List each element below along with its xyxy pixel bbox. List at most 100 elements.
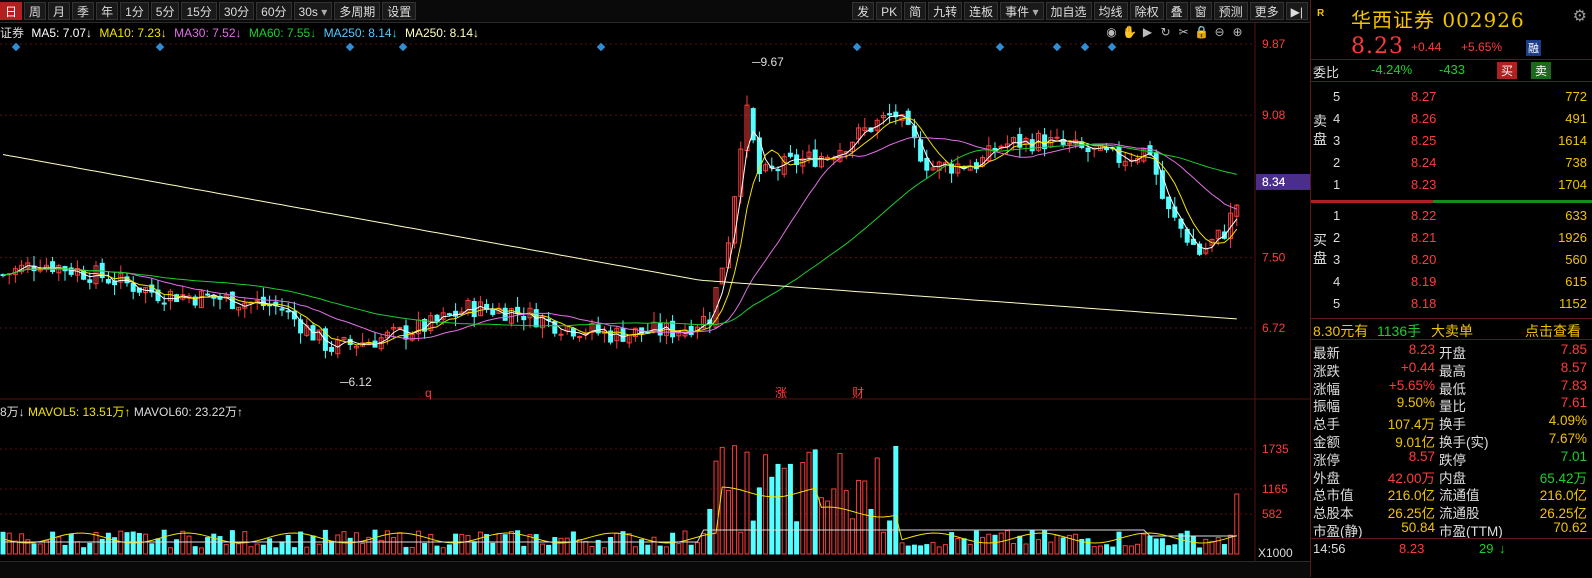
expand-icon[interactable]: ▶| xyxy=(1285,2,1308,20)
tool-button[interactable]: 连板 xyxy=(964,2,999,20)
period-tab[interactable]: 周 xyxy=(24,2,47,20)
volume-bar xyxy=(310,535,316,555)
bid-level-row[interactable]: 4 8.19 615 xyxy=(1311,271,1592,293)
divider xyxy=(1311,339,1592,340)
stat-value: 8.57 xyxy=(1408,448,1435,464)
period-tab[interactable]: 日 xyxy=(0,2,23,20)
candle-body xyxy=(787,152,793,157)
candle-body xyxy=(558,333,564,336)
event-marker-icon xyxy=(596,42,606,52)
period-tab[interactable]: 1分 xyxy=(120,2,149,20)
candle-body xyxy=(620,328,626,342)
volume-bar xyxy=(502,534,508,555)
bid-level-row[interactable]: 5 8.18 1152 xyxy=(1311,293,1592,315)
level-volume: 633 xyxy=(1565,208,1587,223)
tool-button[interactable]: 发 xyxy=(852,2,875,20)
volume-bar xyxy=(149,543,155,555)
view-link[interactable]: 点击查看 xyxy=(1525,321,1581,341)
volume-bar xyxy=(732,445,738,555)
volume-bar xyxy=(1172,544,1178,555)
sell-button[interactable]: 卖 xyxy=(1531,62,1552,79)
chart-toolbar: 日周月季年1分5分15分30分60分30s多周期设置 发PK简九转连板事件加自选… xyxy=(0,0,1310,23)
volume-bar xyxy=(781,467,787,555)
period-tab[interactable]: 30s xyxy=(293,2,333,20)
volume-bar xyxy=(291,547,297,555)
event-mark-label: 涨 xyxy=(775,385,787,400)
volume-bar xyxy=(1073,533,1079,555)
volume-bar xyxy=(533,534,539,555)
tool-button[interactable]: 预测 xyxy=(1213,2,1248,20)
period-tab[interactable]: 月 xyxy=(48,2,71,20)
gear-icon[interactable]: ⚙ xyxy=(1573,6,1587,26)
candlestick-chart[interactable]: 9.879.087.506.728.348.34─9.67─6.12q 涨财173… xyxy=(0,22,1310,561)
level-price: 8.24 xyxy=(1411,155,1437,170)
volume-bar xyxy=(812,449,818,555)
volume-bar xyxy=(1004,530,1010,555)
quote-header: R 华西证券 002926 ⚙ xyxy=(1311,0,1592,36)
volume-bar xyxy=(459,533,465,555)
tool-button[interactable]: 窗 xyxy=(1189,2,1212,20)
volume-bar xyxy=(744,451,750,555)
tool-button[interactable]: 均线 xyxy=(1093,2,1128,20)
volume-bar xyxy=(1159,538,1165,555)
volume-bar xyxy=(911,544,917,555)
tool-button[interactable]: 九转 xyxy=(928,2,963,20)
event-marker-icon xyxy=(1107,42,1117,52)
volume-bar xyxy=(955,538,961,555)
period-tab[interactable]: 年 xyxy=(96,2,119,20)
stats-row: 总股本 26.25亿 流通股 26.25亿 xyxy=(1311,501,1592,521)
tick-volume: 29 xyxy=(1479,541,1494,556)
tool-button[interactable]: 除权 xyxy=(1129,2,1164,20)
ask-level-row[interactable]: 3 8.25 1614 xyxy=(1311,130,1592,152)
divider xyxy=(1311,538,1592,539)
tool-button[interactable]: 事件 xyxy=(1000,2,1044,20)
candle-body xyxy=(446,313,452,316)
multi-period-button[interactable]: 多周期 xyxy=(334,2,381,20)
event-marker-icon xyxy=(995,42,1005,52)
settings-button[interactable]: 设置 xyxy=(382,2,417,20)
bid-level-row[interactable]: 2 8.21 1926 xyxy=(1311,227,1592,249)
volume-bar xyxy=(1147,535,1153,555)
tool-button[interactable]: 加自选 xyxy=(1045,2,1092,20)
ask-level-row[interactable]: 4 8.26 491 xyxy=(1311,108,1592,130)
volume-bar xyxy=(1153,538,1159,555)
bid-level-row[interactable]: 1 8.22 633 xyxy=(1311,205,1592,227)
level-number: 2 xyxy=(1333,230,1341,245)
volume-bar xyxy=(688,544,694,555)
volume-axis-label: 1165 xyxy=(1262,482,1288,496)
volume-bar xyxy=(880,531,886,555)
stats-row: 总市值 216.0亿 流通值 216.0亿 xyxy=(1311,483,1592,503)
period-tab[interactable]: 季 xyxy=(72,2,95,20)
price-axis-label: 7.50 xyxy=(1262,251,1286,265)
volume-bar xyxy=(31,543,37,555)
ask-level-row[interactable]: 2 8.24 738 xyxy=(1311,152,1592,174)
volume-bar xyxy=(236,543,242,555)
volume-bar xyxy=(546,544,552,555)
ask-level-row[interactable]: 1 8.23 1704 xyxy=(1311,174,1592,196)
buy-button[interactable]: 买 xyxy=(1497,62,1518,79)
candle-body xyxy=(1166,196,1172,210)
volume-bar xyxy=(353,532,359,555)
price-change-pct: +5.65% xyxy=(1461,40,1503,54)
tool-button[interactable]: PK xyxy=(876,2,903,20)
tool-button[interactable]: 简 xyxy=(904,2,927,20)
volume-bar xyxy=(614,532,620,555)
period-tab[interactable]: 15分 xyxy=(181,2,217,20)
volume-bar xyxy=(589,545,595,555)
tool-button[interactable]: 更多 xyxy=(1249,2,1284,20)
ask-level-row[interactable]: 5 8.27 772 xyxy=(1311,86,1592,108)
volume-bar xyxy=(50,531,56,555)
stat-value: 9.50% xyxy=(1396,395,1435,411)
volume-bar xyxy=(12,540,18,555)
volume-bar xyxy=(1203,538,1209,555)
period-tab[interactable]: 5分 xyxy=(150,2,180,20)
period-tab[interactable]: 30分 xyxy=(218,2,255,20)
bid-level-row[interactable]: 3 8.20 560 xyxy=(1311,249,1592,271)
tick-time: 14:56 xyxy=(1313,541,1346,556)
level-volume: 491 xyxy=(1565,111,1587,126)
tool-button[interactable]: 叠 xyxy=(1165,2,1188,20)
volume-bar xyxy=(998,532,1004,555)
volume-bar xyxy=(205,537,211,555)
candle-body xyxy=(775,169,781,172)
period-tab[interactable]: 60分 xyxy=(256,2,292,20)
